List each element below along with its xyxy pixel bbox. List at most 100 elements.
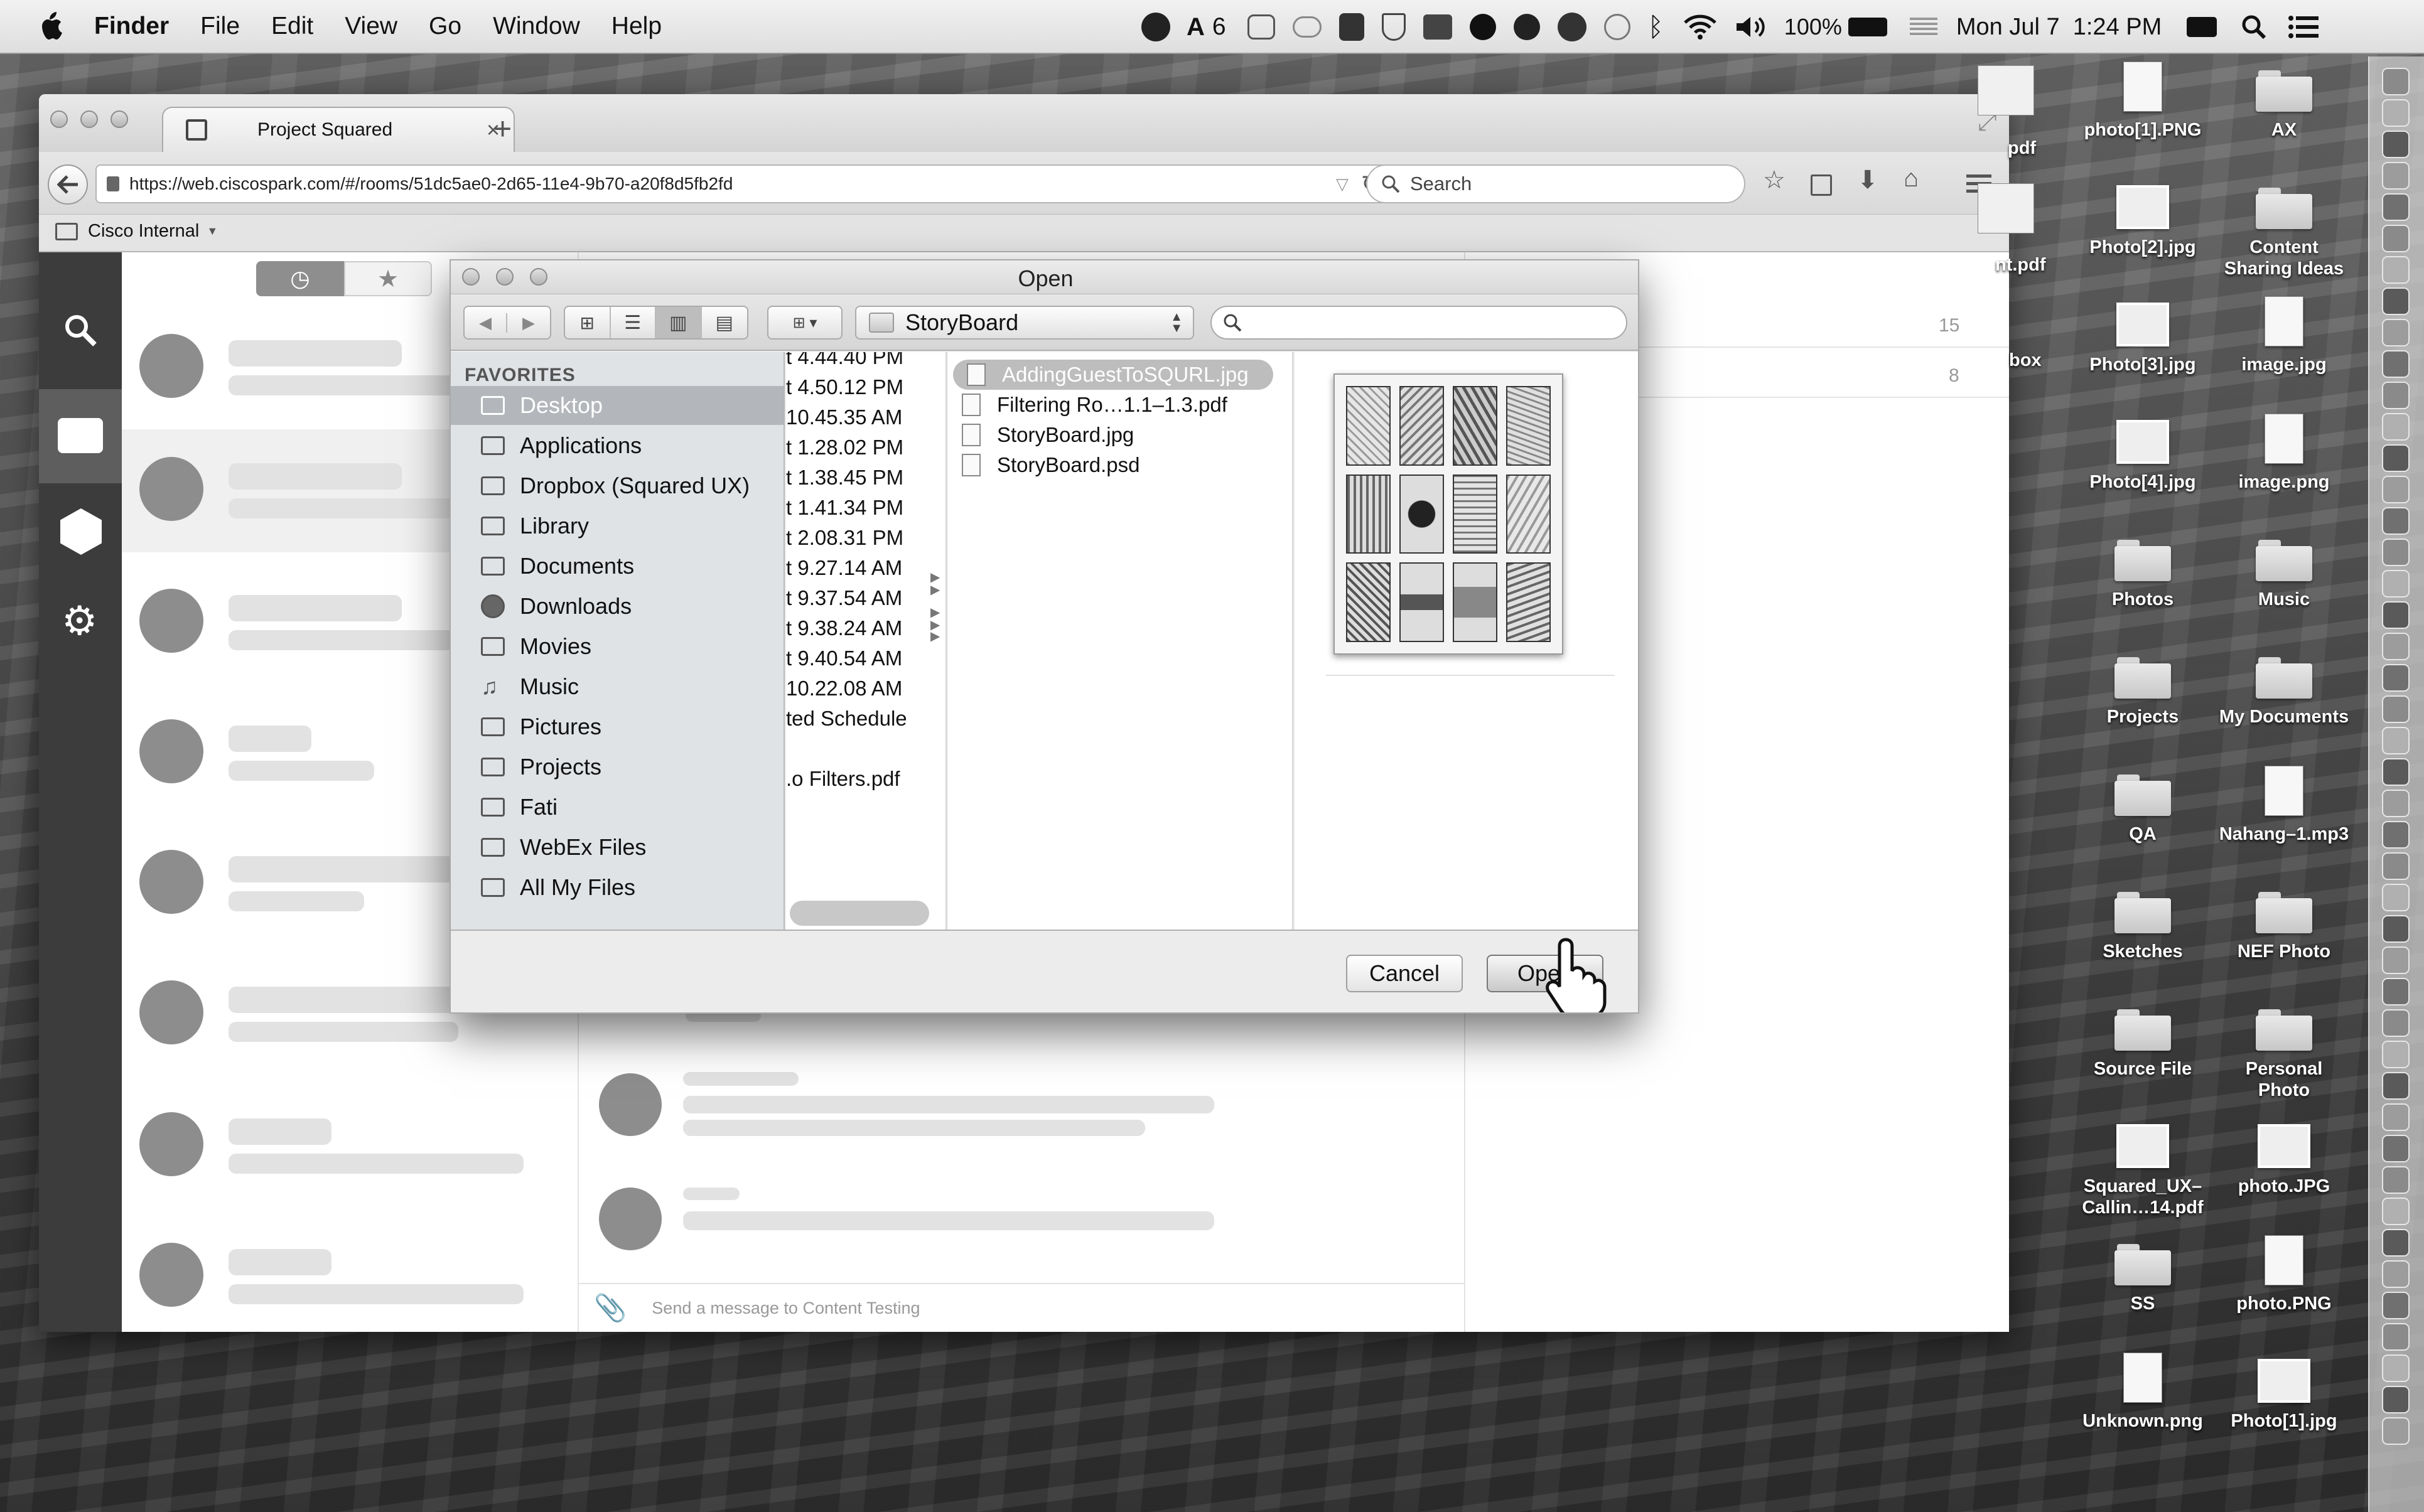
view-menu[interactable]: View: [345, 13, 397, 40]
column-item[interactable]: t 9.38.24 AM: [786, 613, 930, 643]
photos-icon[interactable]: [1423, 14, 1452, 40]
column-item[interactable]: 10.45.35 AM: [786, 402, 930, 432]
keyboard-icon[interactable]: [2187, 17, 2217, 37]
dock-app-icon[interactable]: [2382, 413, 2410, 441]
desktop-icon-qa[interactable]: QA: [2077, 766, 2209, 845]
sidebar-item-applications[interactable]: Applications: [451, 426, 785, 465]
dock-app-icon[interactable]: [2382, 68, 2410, 95]
finder-menu[interactable]: Finder: [94, 13, 169, 40]
sidebar-item-pictures[interactable]: Pictures: [451, 707, 785, 746]
desktop-icon-photos[interactable]: Photos: [2077, 531, 2209, 610]
adobe-icon[interactable]: A: [1187, 13, 1205, 41]
downloads-icon[interactable]: ⬇: [1857, 166, 1878, 195]
desktop-icon-nef-photo[interactable]: NEF Photo: [2218, 883, 2350, 962]
back-button[interactable]: [48, 164, 88, 205]
desktop-icon-ax[interactable]: AX: [2218, 62, 2350, 141]
dock-app-icon[interactable]: [2382, 601, 2410, 629]
dock-app-icon[interactable]: [2382, 1229, 2410, 1257]
file-item[interactable]: StoryBoard.psd: [948, 450, 1287, 480]
zoom-window-button[interactable]: [110, 110, 128, 128]
desktop-icon-photo-3-jpg[interactable]: Photo[3].jpg: [2077, 296, 2209, 375]
forward-arrow-icon[interactable]: ▶: [507, 313, 550, 333]
search-icon[interactable]: [62, 311, 99, 349]
bookmark-star-icon[interactable]: ☆: [1763, 166, 1786, 195]
dock-app-icon[interactable]: [2382, 1135, 2410, 1162]
shield-icon[interactable]: [1381, 13, 1406, 41]
desktop-icon-image-png[interactable]: image.png: [2218, 414, 2350, 493]
dock-app-icon[interactable]: [2382, 162, 2410, 190]
file-menu[interactable]: File: [200, 13, 240, 40]
column-item[interactable]: .o Filters.pdf: [786, 764, 930, 794]
reading-list-icon[interactable]: [1811, 174, 1832, 196]
search-box[interactable]: Search: [1366, 164, 1745, 203]
dock-app-icon[interactable]: [2382, 1041, 2410, 1068]
sidebar-item-projects[interactable]: Projects: [451, 748, 785, 786]
dock-app-icon[interactable]: [2382, 790, 2410, 817]
dock-app-icon[interactable]: [2382, 821, 2410, 849]
spotlight-icon[interactable]: [2241, 14, 2267, 40]
dock-app-icon[interactable]: [2382, 1323, 2410, 1351]
arrange-menu-button[interactable]: ⊞ ▾: [767, 306, 843, 340]
desktop-partial-icon-2[interactable]: [1978, 183, 2034, 233]
notification-center-icon[interactable]: [2288, 15, 2319, 39]
column-item[interactable]: t 1.41.34 PM: [786, 493, 930, 523]
dock-app-icon[interactable]: [2382, 1009, 2410, 1037]
dock-app-icon[interactable]: [2382, 1198, 2410, 1225]
dock-app-icon[interactable]: [2382, 99, 2410, 127]
dock-app-icon[interactable]: [2382, 1166, 2410, 1194]
status-app-icon-2[interactable]: [1557, 13, 1586, 41]
tab-project-squared[interactable]: Project Squared ×: [162, 107, 515, 152]
dock-app-icon[interactable]: [2382, 758, 2410, 786]
dock-app-icon[interactable]: [2382, 915, 2410, 943]
sidebar-item-all-my-files[interactable]: All My Files: [451, 868, 785, 907]
dock-app-icon[interactable]: [2382, 539, 2410, 566]
dock-app-icon[interactable]: [2382, 946, 2410, 974]
desktop-icon-photo-1-png[interactable]: photo[1].PNG: [2077, 62, 2209, 141]
dock-app-icon[interactable]: [2382, 633, 2410, 660]
check-icon[interactable]: [1513, 14, 1540, 40]
dock-app-icon[interactable]: [2382, 1354, 2410, 1382]
dock-app-icon[interactable]: [2382, 1103, 2410, 1131]
status-app-icon[interactable]: [1141, 13, 1170, 41]
sidebar-item-library[interactable]: Library: [451, 507, 785, 545]
column-item[interactable]: t 9.37.54 AM: [786, 583, 930, 613]
desktop-icon-my-documents[interactable]: My Documents: [2218, 648, 2350, 727]
sidebar-item-desktop[interactable]: Desktop: [451, 386, 785, 425]
close-window-button[interactable]: [50, 110, 68, 128]
sidebar-item-documents[interactable]: Documents: [451, 547, 785, 586]
desktop-icon-photo-2-jpg[interactable]: Photo[2].jpg: [2077, 179, 2209, 258]
dock-app-icon[interactable]: [2382, 1417, 2410, 1445]
dock-app-icon[interactable]: [2382, 444, 2410, 472]
column-item[interactable]: t 9.27.14 AM: [786, 553, 930, 583]
list-view-icon[interactable]: ☰: [611, 307, 656, 338]
sidebar-item-downloads[interactable]: Downloads: [451, 587, 785, 626]
sidebar-item-dropbox-squared-ux[interactable]: Dropbox (Squared UX): [451, 466, 785, 505]
contacts-icon[interactable]: [60, 508, 102, 555]
coverflow-view-icon[interactable]: ▤: [702, 307, 747, 338]
desktop-icon-music[interactable]: Music: [2218, 531, 2350, 610]
clock[interactable]: Mon Jul 7 1:24 PM: [1956, 14, 2162, 41]
help-menu[interactable]: Help: [611, 13, 662, 40]
desktop-icon-sketches[interactable]: Sketches: [2077, 883, 2209, 962]
window-menu[interactable]: Window: [493, 13, 580, 40]
column-item[interactable]: t 2.08.31 PM: [786, 523, 930, 553]
rooms-nav-item[interactable]: [39, 389, 122, 483]
dock-app-icon[interactable]: [2382, 225, 2410, 252]
file-item[interactable]: StoryBoard.jpg: [948, 420, 1287, 450]
home-icon[interactable]: ⌂: [1904, 164, 1919, 193]
evernote-icon[interactable]: [1339, 13, 1364, 41]
dock-app-icon[interactable]: [2382, 319, 2410, 346]
desktop-icon-unknown-png[interactable]: Unknown.png: [2077, 1353, 2209, 1432]
desktop-icon-photo-png[interactable]: photo.PNG: [2218, 1235, 2350, 1314]
desktop-icon-projects[interactable]: Projects: [2077, 648, 2209, 727]
desktop-icon-nahang-1-mp3[interactable]: Nahang–1.mp3: [2218, 766, 2350, 845]
go-menu[interactable]: Go: [429, 13, 461, 40]
volume-icon[interactable]: [1735, 14, 1768, 40]
dock-app-icon[interactable]: [2382, 664, 2410, 692]
dock-app-icon[interactable]: [2382, 256, 2410, 284]
desktop-icon-photo-1-jpg[interactable]: Photo[1].jpg: [2218, 1353, 2350, 1432]
dock-app-icon[interactable]: [2382, 852, 2410, 880]
column-item[interactable]: [786, 734, 930, 764]
dock-app-icon[interactable]: [2382, 287, 2410, 315]
dialog-search-field[interactable]: [1210, 306, 1627, 340]
